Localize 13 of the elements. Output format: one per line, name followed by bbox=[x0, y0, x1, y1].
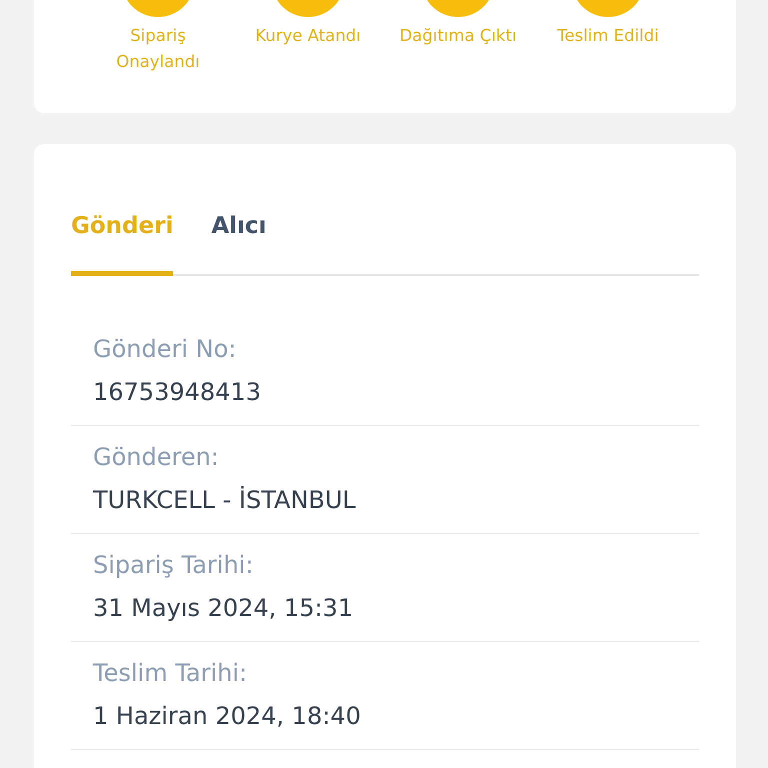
detail-value: 16753948413 bbox=[93, 377, 262, 407]
detail-label: Teslim Tarihi: bbox=[93, 658, 248, 688]
detail-label: Sipariş Tarihi: bbox=[93, 550, 254, 580]
step-label: Dağıtıma Çıktı bbox=[398, 25, 518, 47]
detail-label: Gönderi No: bbox=[93, 334, 238, 364]
detail-label: Gönderen: bbox=[93, 442, 220, 472]
detail-value: 31 Mayıs 2024, 15:31 bbox=[93, 593, 354, 623]
step-label: Kurye Atandı bbox=[254, 25, 362, 47]
tab[interactable]: Alıcı bbox=[211, 211, 266, 276]
step-label: Sipariş Onaylandı bbox=[115, 25, 201, 73]
detail-value: 1 Haziran 2024, 18:40 bbox=[93, 701, 362, 731]
step-label: Teslim Edildi bbox=[556, 25, 660, 47]
detail-value: TURKCELL - İSTANBUL bbox=[93, 485, 357, 515]
